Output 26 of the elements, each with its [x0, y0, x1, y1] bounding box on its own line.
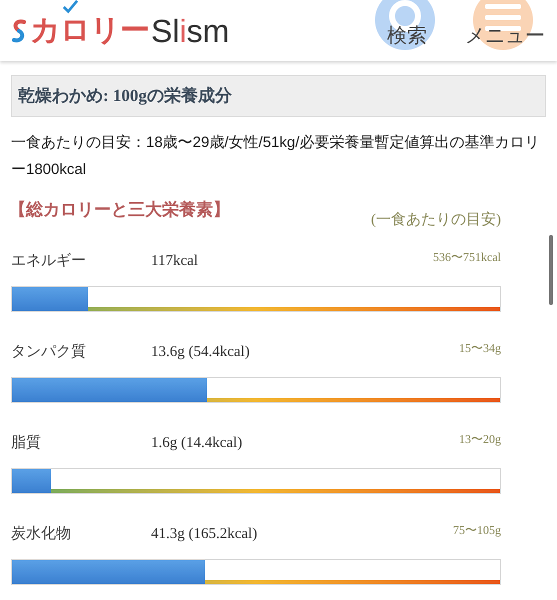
recommended-range: 13〜20g: [459, 430, 501, 448]
page-title: 乾燥わかめ: 100gの栄養成分: [11, 75, 546, 117]
logo-wordmark-letters: Sl: [151, 14, 180, 46]
menu-button[interactable]: メニュー: [461, 26, 549, 46]
check-icon: [60, 0, 80, 14]
nutrient-name: タンパク質: [11, 342, 87, 362]
nutrient-name: 炭水化物: [11, 524, 72, 544]
nutrient-amount: 1.6g (14.4kcal): [151, 434, 244, 452]
nutrient-amount: 41.3g (165.2kcal): [151, 524, 258, 544]
nutrient-name: 脂質: [11, 434, 42, 452]
nutrient-amount: 13.6g (54.4kcal): [151, 342, 251, 362]
logo-text: カロリー: [30, 16, 149, 46]
logo-wordmark-letters: i: [179, 14, 187, 46]
recommended-range: 536〜751kcal: [433, 248, 501, 266]
recommended-range: 15〜34g: [459, 340, 501, 356]
nutrient-name: エネルギー: [11, 252, 87, 270]
section-subheading: (一食あたりの目安): [371, 210, 501, 230]
section-heading: 【総カロリーと三大栄養素】: [9, 199, 230, 221]
search-button[interactable]: 検索: [363, 26, 451, 46]
nutrient-amount: 117kcal: [151, 252, 199, 270]
logo-swirl-icon: [10, 18, 28, 44]
description-text: 一食あたりの目安：18歳〜29歳/女性/51kg/必要栄養量暫定値算出の基準カロリー1800kcal: [11, 133, 540, 180]
recommended-range: 75〜105g: [453, 522, 501, 538]
scrollbar[interactable]: [549, 235, 553, 305]
search-icon: [375, 0, 435, 50]
logo-wordmark-letters: sm: [186, 14, 230, 46]
